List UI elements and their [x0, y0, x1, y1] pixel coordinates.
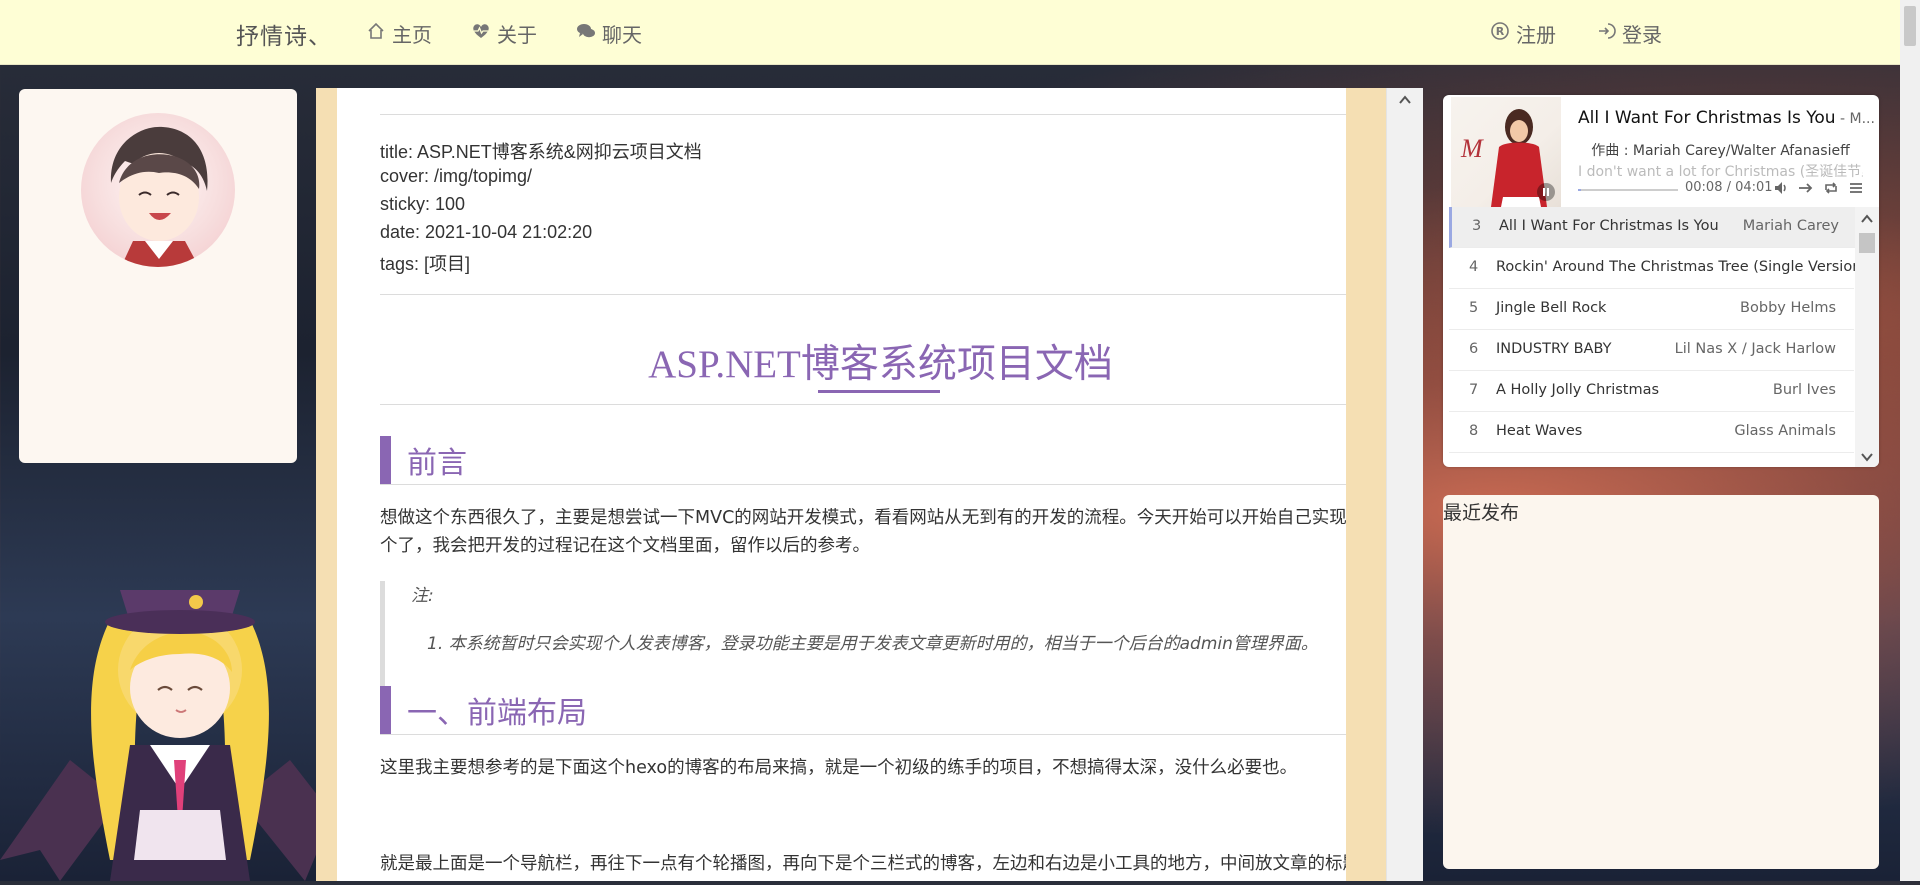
nav-home[interactable]: 主页 — [366, 19, 432, 48]
note-title: 注: — [411, 586, 434, 606]
nav-register-label: 注册 — [1516, 23, 1556, 47]
playlist-item-name: Jingle Bell Rock — [1496, 300, 1607, 316]
article-title: ASP.NET博客系统项目文档 — [648, 343, 1113, 386]
song-title-text: All I Want For Christmas Is You — [1578, 108, 1836, 128]
layout-paragraph-2: 就是最上面是一个导航栏，再往下一点有个轮播图，再向下是个三栏式的博客，左边和右边… — [380, 854, 1346, 874]
window-scrollbar[interactable] — [1900, 0, 1920, 881]
chevron-up-icon[interactable] — [1860, 211, 1874, 230]
current-lyric: 作曲 : Mariah Carey/Walter Afanasieff — [1591, 143, 1850, 159]
front-matter-sticky: sticky: 100 — [380, 194, 466, 214]
recent-posts-widget: 最近发布 — [1443, 495, 1879, 869]
article-scrollbar[interactable] — [1386, 88, 1423, 881]
nav-chat-label: 聊天 — [602, 23, 642, 47]
nav-login-label: 登录 — [1622, 23, 1662, 47]
playlist-scrollbar-thumb[interactable] — [1859, 233, 1875, 253]
playlist-item-number: 7 — [1469, 382, 1479, 398]
playlist-item-artist: Bobby Helms — [1740, 300, 1836, 316]
layout-paragraph: 这里我主要想参考的是下面这个hexo的博客的布局来搞，就是一个初级的练手的项目，… — [380, 758, 1298, 778]
nav-register[interactable]: R 注册 — [1490, 19, 1556, 48]
menu-icon[interactable] — [1848, 180, 1864, 196]
playlist-item-name: INDUSTRY BABY — [1496, 341, 1612, 357]
playlist-item[interactable]: 5 Jingle Bell Rock Bobby Helms — [1449, 289, 1854, 330]
chevron-down-icon[interactable] — [1860, 449, 1874, 467]
preface-paragraph: 想做这个东西很久了，主要是想尝试一下MVC的网站开发模式，看看网站从无到有的开发… — [380, 508, 1346, 556]
next-lyric: I don't want a lot for Christmas (圣诞佳节里 — [1578, 164, 1863, 180]
playlist-item-number: 5 — [1469, 300, 1479, 316]
front-matter-top-divider — [380, 114, 1346, 115]
playlist-item[interactable]: 6 INDUSTRY BABY Lil Nas X / Jack Harlow — [1449, 330, 1854, 371]
playlist-item-number: 8 — [1469, 423, 1479, 439]
section-heading-preface: 前言 — [407, 447, 467, 480]
mascot-illustration — [0, 560, 360, 881]
frontend-divider — [380, 734, 1346, 735]
profile-card — [19, 89, 297, 463]
playlist-item-name: All I Want For Christmas Is You — [1499, 218, 1719, 234]
playlist-scrollbar[interactable] — [1855, 207, 1879, 467]
playlist-item-artist: Burl Ives — [1772, 382, 1836, 398]
song-title: All I Want For Christmas Is You - M... — [1578, 108, 1875, 128]
note-item: 1. 本系统暂时只会实现个人发表博客，登录功能主要是用于发表文章更新时用的，相当… — [427, 634, 1318, 654]
order-icon[interactable] — [1798, 180, 1814, 196]
nav-login[interactable]: 登录 — [1596, 19, 1662, 48]
front-matter-date: date: 2021-10-04 21:02:20 — [380, 222, 593, 242]
section-heading-frontend: 一、前端布局 — [407, 697, 587, 730]
site-brand[interactable]: 抒情诗、 — [236, 17, 332, 51]
front-matter-bottom-divider — [380, 294, 1346, 295]
volume-icon[interactable] — [1773, 180, 1789, 196]
playlist-item[interactable]: 4 Rockin' Around The Christmas Tree (Sin… — [1449, 248, 1867, 289]
article-title-underline — [818, 390, 940, 393]
playlist-item-name: A Holly Jolly Christmas — [1496, 382, 1660, 398]
progress-bar[interactable] — [1578, 189, 1678, 191]
playlist-item[interactable]: 8 Heat Waves Glass Animals — [1449, 412, 1854, 453]
login-icon — [1596, 21, 1616, 46]
pause-icon[interactable] — [1537, 183, 1555, 201]
nav-home-label: 主页 — [392, 23, 432, 47]
top-navbar: 抒情诗、 主页 关于 聊天 R 注册 登录 — [0, 0, 1900, 65]
playlist-item-number: 3 — [1472, 218, 1482, 234]
preface-divider — [380, 484, 1346, 485]
heartbeat-icon — [471, 21, 491, 46]
playlist: 3 All I Want For Christmas Is You Mariah… — [1443, 207, 1879, 467]
window-scrollbar-thumb[interactable] — [1904, 6, 1916, 46]
playlist-item[interactable]: 3 All I Want For Christmas Is You Mariah… — [1449, 207, 1857, 248]
nav-chat[interactable]: 聊天 — [576, 19, 642, 48]
front-matter-title: title: ASP.NET博客系统&网抑云项目文档 — [380, 142, 702, 162]
front-matter-tags: tags: [项目] — [380, 254, 471, 274]
playlist-item-name: Rockin' Around The Christmas Tree (Singl… — [1496, 259, 1868, 275]
section-bar-preface — [380, 436, 391, 484]
playlist-item-artist: Mariah Carey — [1742, 218, 1839, 234]
nav-about[interactable]: 关于 — [471, 19, 537, 48]
time-display: 00:08 / 04:01 — [1685, 180, 1773, 195]
playlist-item-number: 4 — [1469, 259, 1479, 275]
article-frame: title: ASP.NET博客系统&网抑云项目文档 cover: /img/t… — [316, 88, 1386, 881]
loop-icon[interactable] — [1823, 180, 1839, 196]
title-divider — [380, 404, 1346, 405]
song-artist-suffix: - M... — [1835, 111, 1875, 127]
nav-about-label: 关于 — [497, 23, 537, 47]
album-cover[interactable]: M — [1451, 97, 1561, 207]
playlist-item-name: Heat Waves — [1496, 423, 1583, 439]
chevron-up-icon[interactable] — [1398, 92, 1412, 106]
playlist-item-number: 6 — [1469, 341, 1479, 357]
note-blockquote: 注: 1. 本系统暂时只会实现个人发表博客，登录功能主要是用于发表文章更新时用的… — [380, 581, 1346, 689]
registered-icon: R — [1490, 21, 1510, 46]
section-bar-frontend — [380, 686, 391, 734]
playlist-item-artist: Glass Animals — [1734, 423, 1836, 439]
recent-posts-title: 最近发布 — [1443, 502, 1520, 524]
avatar[interactable] — [81, 113, 235, 267]
front-matter-cover: cover: /img/topimg/ — [380, 166, 533, 186]
svg-text:R: R — [1496, 25, 1505, 38]
chat-icon — [576, 21, 596, 46]
playlist-item-artist: Lil Nas X / Jack Harlow — [1674, 341, 1836, 357]
svg-text:M: M — [1460, 134, 1484, 163]
home-icon — [366, 21, 386, 46]
music-player: M All I Want For Christmas Is You - M...… — [1443, 95, 1879, 467]
playlist-item[interactable]: 7 A Holly Jolly Christmas Burl Ives — [1449, 371, 1854, 412]
article-content: title: ASP.NET博客系统&网抑云项目文档 cover: /img/t… — [337, 88, 1346, 881]
progress-fill — [1578, 189, 1582, 191]
